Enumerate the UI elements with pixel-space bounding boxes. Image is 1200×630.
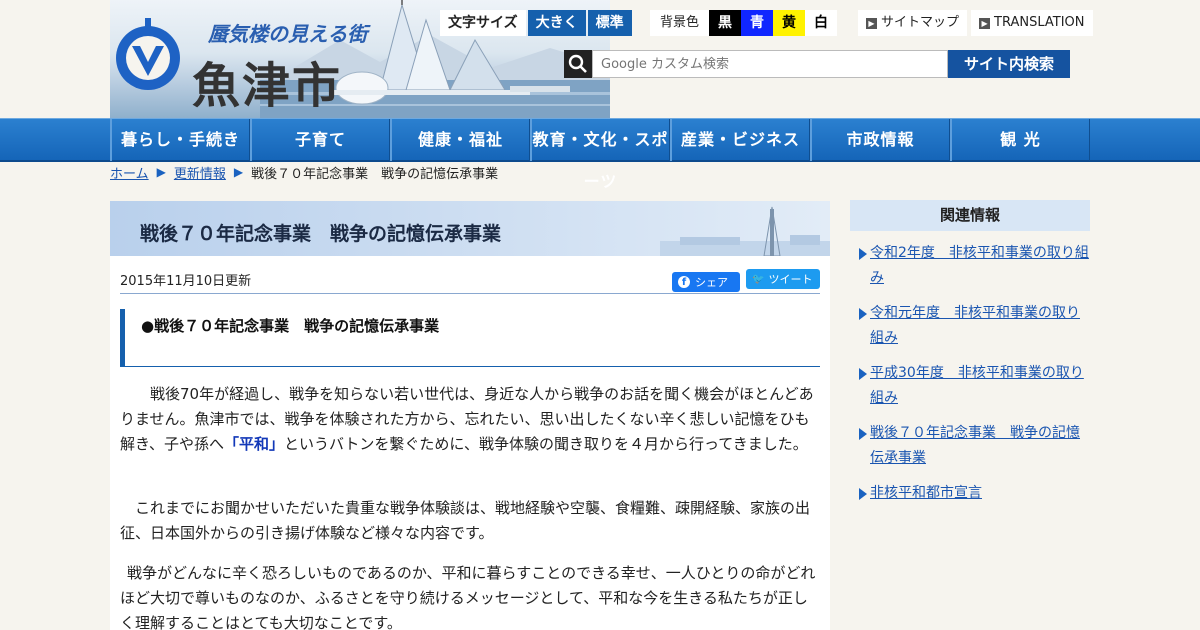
related-info-sidebar: 関連情報 令和2年度 非核平和事業の取り組み 令和元年度 非核平和事業の取り組み… [850,200,1090,516]
body-paragraph-1: 戦後70年が経過し、戦争を知らない若い世代は、身近な人から戦争のお話を聞く機会が… [120,382,820,457]
sidebar-title: 関連情報 [850,200,1090,231]
bgcolor-label: 背景色 [660,15,700,30]
nav-item-city-government[interactable]: 市政情報 [810,119,950,161]
breadcrumb-parent-link[interactable]: 更新情報 [174,163,226,182]
nav-item-living[interactable]: 暮らし・手続き [110,119,250,161]
arrow-right-icon: ▶ [866,17,877,29]
header-links: ▶ サイトマップ ▶ TRANSLATION [858,10,1097,36]
bgcolor-blue-button[interactable]: 青 [741,10,774,36]
facebook-icon: f [678,276,690,288]
breadcrumb: ホーム ▶ 更新情報 ▶ 戦後７０年記念事業 戦争の記憶伝承事業 [110,163,499,182]
body-paragraph-3: 戦争がどんなに辛く恐ろしいものであるのか、平和に暮らすことのできる幸せ、一人ひと… [120,564,816,630]
translation-link[interactable]: ▶ TRANSLATION [971,10,1093,36]
updated-date: 2015年11月10日更新 [120,274,252,289]
site-name[interactable]: 魚津市 [192,46,342,116]
facebook-share-button[interactable]: f シェア [672,272,740,292]
related-link-item[interactable]: 非核平和都市宣言 [850,481,1090,506]
related-link[interactable]: 非核平和都市宣言 [870,485,982,501]
share-label: シェア [695,276,728,289]
page-title: 戦後７０年記念事業 戦争の記憶伝承事業 [140,223,502,245]
translation-label: TRANSLATION [994,15,1085,30]
catchphrase: 蜃気楼の見える街 [208,22,368,46]
related-link-item[interactable]: 平成30年度 非核平和事業の取り組み [850,361,1090,411]
bgcolor-yellow-button[interactable]: 黄 [773,10,806,36]
bgcolor-black-button[interactable]: 黒 [709,10,742,36]
triangle-right-icon [859,428,867,440]
arrow-right-icon: ▶ [979,17,991,29]
section-heading-text: ●戦後７０年記念事業 戦争の記憶伝承事業 [141,317,440,335]
nav-item-tourism[interactable]: 観 光 [950,119,1090,161]
paragraph-text: というバトンを繋ぐために、戦争体験の聞き取りを４月から行ってきました。 [283,435,808,453]
twitter-tweet-button[interactable]: 🐦 ツイート [746,269,820,289]
emphasis-text: 「平和」 [223,435,284,453]
related-link-item[interactable]: 令和2年度 非核平和事業の取り組み [850,241,1090,291]
triangle-right-icon [859,308,867,320]
main-content: 戦後７０年記念事業 戦争の記憶伝承事業 2015年11月10日更新 f シェア … [110,201,830,630]
body-paragraph-2: これまでにお聞かせいただいた貴重な戦争体験談は、戦地経験や空襲、食糧難、疎開経験… [120,499,811,542]
chevron-right-icon: ▶ [156,165,166,179]
triangle-right-icon [859,248,867,260]
search-icon [564,50,592,78]
nav-item-industry-business[interactable]: 産業・ビジネス [670,119,810,161]
global-nav: 暮らし・手続き 子育て 健康・福祉 教育・文化・スポーツ 産業・ビジネス 市政情… [0,118,1200,191]
fontsize-tools: 文字サイズ 大きく 標準 [440,10,632,36]
page-heading-band: 戦後７０年記念事業 戦争の記憶伝承事業 [110,201,830,256]
related-link-item[interactable]: 令和元年度 非核平和事業の取り組み [850,301,1090,351]
site-header: 蜃気楼の見える街 魚津市 文字サイズ 大きく 標準 背景色 黒 青 黄 白 ▶ … [0,0,1200,118]
site-search-button[interactable]: サイト内検索 [948,50,1070,78]
divider [120,293,820,294]
fontsize-large-button[interactable]: 大きく [527,10,586,36]
nav-item-education-culture[interactable]: 教育・文化・スポーツ [530,119,670,191]
fontsize-label: 文字サイズ [440,10,526,36]
search-input[interactable] [592,50,948,78]
related-link-item[interactable]: 戦後７０年記念事業 戦争の記憶伝承事業 [850,421,1090,471]
triangle-right-icon [859,368,867,380]
related-link[interactable]: 戦後７０年記念事業 戦争の記憶伝承事業 [870,425,1080,466]
chevron-right-icon: ▶ [233,165,244,179]
nav-item-health-welfare[interactable]: 健康・福祉 [390,119,530,161]
tweet-label: ツイート [768,273,813,286]
related-link[interactable]: 平成30年度 非核平和事業の取り組み [870,365,1084,406]
triangle-right-icon [859,488,867,500]
breadcrumb-current: 戦後７０年記念事業 戦争の記憶伝承事業 [251,166,499,182]
nav-item-childcare[interactable]: 子育て [250,119,390,161]
sitemap-link[interactable]: ▶ サイトマップ [858,10,968,36]
twitter-icon: 🐦 [752,273,765,285]
breadcrumb-home-link[interactable]: ホーム [110,163,149,182]
section-heading: ●戦後７０年記念事業 戦争の記憶伝承事業 [120,309,820,367]
site-search: サイト内検索 [564,50,1070,78]
bgcolor-white-button[interactable]: 白 [805,10,838,36]
sitemap-label: サイトマップ [881,15,960,30]
city-emblem-icon[interactable] [112,18,184,96]
related-link[interactable]: 令和元年度 非核平和事業の取り組み [870,305,1080,346]
related-link[interactable]: 令和2年度 非核平和事業の取り組み [870,245,1089,286]
fontsize-standard-button[interactable]: 標準 [587,10,632,36]
bgcolor-tools: 背景色 黒 青 黄 白 [650,10,838,36]
heading-decoration-illustration [660,206,830,256]
